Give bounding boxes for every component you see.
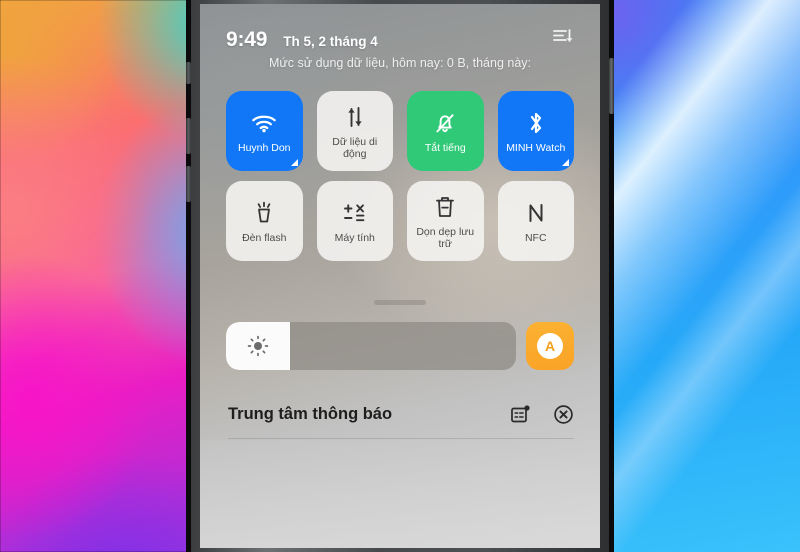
auto-brightness-button[interactable]: A [526, 322, 574, 370]
tile-storage-cleanup[interactable]: Dọn dẹp lưu trữ [407, 181, 484, 261]
calculator-icon [342, 199, 368, 227]
brightness-slider[interactable] [226, 322, 516, 370]
brightness-sun-icon [247, 335, 269, 357]
tile-nfc[interactable]: NFC [497, 181, 574, 261]
tile-label: Máy tính [334, 231, 375, 244]
quick-settings-grid: Huynh Don Dữ liệu di động Tắt tiếng MINH… [226, 91, 574, 261]
data-usage-text: Mức sử dụng dữ liệu, hôm nay: 0 B, tháng… [268, 56, 532, 70]
phone-screen: 9:49 Th 5, 2 tháng 4 Mức sử dụng dữ liệu… [200, 4, 600, 548]
panel-drag-handle[interactable] [374, 300, 426, 305]
flashlight-icon [252, 199, 276, 227]
bluetooth-icon [526, 109, 546, 137]
tile-mute[interactable]: Tắt tiếng [407, 91, 484, 171]
phone-device: 9:49 Th 5, 2 tháng 4 Mức sử dụng dữ liệu… [186, 0, 614, 552]
sort-descending-icon[interactable] [552, 26, 574, 46]
tile-label: Huynh Don [237, 141, 291, 154]
wallpaper-left-background [0, 0, 202, 552]
notification-center-header: Trung tâm thông báo [228, 404, 574, 425]
date-label: Th 5, 2 tháng 4 [283, 34, 378, 49]
tile-label: Tắt tiếng [424, 141, 466, 154]
tile-expand-flag[interactable] [562, 159, 569, 166]
notification-settings-icon[interactable] [510, 404, 531, 425]
bell-muted-icon [433, 109, 457, 137]
tile-calculator[interactable]: Máy tính [316, 181, 393, 261]
trash-cleanup-icon [434, 193, 456, 221]
tile-mobile-data[interactable]: Dữ liệu di động [316, 91, 393, 171]
wallpaper-right-background [600, 0, 800, 552]
tile-wifi[interactable]: Huynh Don [226, 91, 303, 171]
auto-brightness-icon: A [537, 333, 563, 359]
wifi-icon [251, 109, 277, 137]
status-bar: 9:49 Th 5, 2 tháng 4 [200, 26, 600, 52]
clock: 9:49 [226, 28, 268, 51]
mute-switch[interactable] [186, 62, 191, 84]
tile-flashlight[interactable]: Đèn flash [226, 181, 303, 261]
tile-label: MINH Watch [506, 141, 566, 154]
notification-actions [510, 404, 574, 425]
screenshot-root: 9:49 Th 5, 2 tháng 4 Mức sử dụng dữ liệu… [0, 0, 800, 552]
tile-label: Dọn dẹp lưu trữ [416, 225, 475, 250]
tile-label: Đèn flash [242, 231, 287, 244]
brightness-slider-fill [226, 322, 290, 370]
volume-up-button[interactable] [186, 118, 191, 154]
tile-expand-flag[interactable] [290, 159, 298, 166]
notification-list-empty [200, 440, 600, 548]
tile-label: Dữ liệu di động [332, 135, 378, 160]
clear-all-circle-x-icon[interactable] [553, 404, 574, 425]
mobile-data-icon [344, 103, 366, 131]
nfc-icon [525, 199, 547, 227]
volume-down-button[interactable] [186, 166, 191, 202]
tile-bluetooth[interactable]: MINH Watch [497, 91, 574, 171]
power-button[interactable] [609, 58, 614, 114]
notification-center-title: Trung tâm thông báo [228, 405, 393, 423]
notification-divider [228, 438, 574, 439]
brightness-row: A [226, 322, 574, 370]
tile-label: NFC [524, 231, 547, 244]
